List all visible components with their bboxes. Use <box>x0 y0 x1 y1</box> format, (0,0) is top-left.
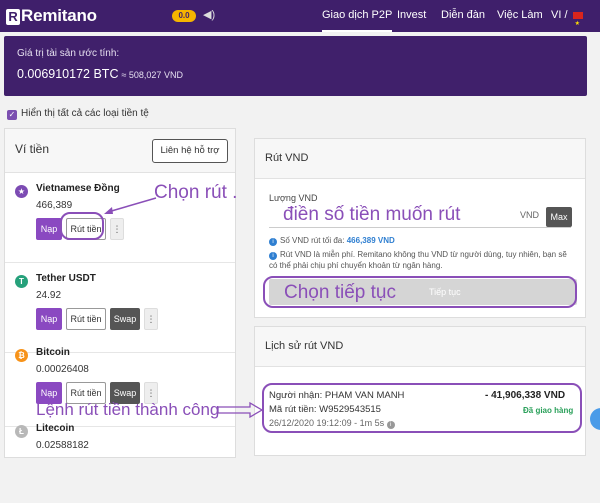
support-button[interactable]: Liên hệ hỗ trợ <box>152 139 228 163</box>
info-icon: i <box>269 252 277 260</box>
history-status: Đã giao hàng <box>523 406 574 415</box>
history-time-text: 26/12/2020 19:12:09 - 1m 5s <box>269 418 385 428</box>
coin-amount: 24.92 <box>36 290 62 301</box>
checkbox-icon[interactable]: ✓ <box>7 110 17 120</box>
balance-vnd: ≈ 508,027 VND <box>121 70 183 80</box>
star-icon: ★ <box>15 185 28 198</box>
annotation-choose-withdraw: Chọn rút . <box>154 182 238 203</box>
history-recipient: Người nhận: PHAM VAN MANH <box>269 390 405 401</box>
history-header: Lịch sử rút VND <box>255 327 585 367</box>
history-title: Lịch sử rút VND <box>265 340 344 352</box>
info-icon: i <box>269 238 277 246</box>
annotation-enter-amount: điền số tiền muốn rút <box>283 204 461 225</box>
coin-name: Bitcoin <box>36 347 70 358</box>
coin-name: Tether USDT <box>36 273 96 284</box>
withdraw-button[interactable]: Rút tiền <box>66 218 106 240</box>
wallet-coin-ltc: Ł Litecoin 0.02588182 <box>5 413 235 503</box>
max-info-prefix: Số VND rút tối đa: <box>280 236 345 245</box>
amount-unit: VND <box>520 210 540 220</box>
balance-amount: 0.006910172 BTC ≈ 508,027 VND <box>17 67 183 81</box>
info-icon: i <box>386 421 395 429</box>
nav-forum[interactable]: Diễn đàn <box>441 0 485 32</box>
language-selector[interactable]: VI / <box>551 0 583 39</box>
coin-amount: 0.02588182 <box>36 440 89 451</box>
logo-mark: R <box>6 9 20 25</box>
show-all-toggle[interactable]: ✓ Hiển thị tất cả các loại tiền tệ <box>7 108 149 120</box>
badge-pill[interactable]: 0.0 <box>172 10 196 22</box>
speaker-icon[interactable]: ◀) <box>203 8 215 21</box>
withdraw-history-panel: Lịch sử rút VND Người nhận: PHAM VAN MAN… <box>254 326 586 456</box>
swap-button[interactable]: Swap <box>110 308 140 330</box>
help-chat-icon[interactable] <box>590 408 600 430</box>
history-code: Mã rút tiền: W9529543515 <box>269 404 381 415</box>
bitcoin-icon: ₿ <box>15 349 28 362</box>
wallet-header: Ví tiền Liên hệ hỗ trợ <box>5 129 235 173</box>
nav-invest[interactable]: Invest <box>397 0 426 32</box>
wallet-title: Ví tiền <box>15 142 50 156</box>
vietnam-flag-icon <box>572 9 583 39</box>
balance-card: Giá trị tài sản ước tính: 0.006910172 BT… <box>4 36 587 96</box>
litecoin-icon: Ł <box>15 425 28 438</box>
deposit-button[interactable]: Nạp <box>36 308 62 330</box>
deposit-button[interactable]: Nạp <box>36 218 62 240</box>
max-info-value: 466,389 VND <box>346 236 395 245</box>
annotation-choose-continue: Chọn tiếp tục <box>284 282 396 303</box>
show-all-label: Hiển thị tất cả các loại tiền tệ <box>21 108 149 119</box>
fee-info: i Rút VND là miễn phí. Remitano không thu… <box>269 249 575 271</box>
nav-jobs[interactable]: Việc Làm <box>497 0 543 32</box>
withdraw-title: Rút VND <box>265 152 309 164</box>
coin-name: Litecoin <box>36 423 75 434</box>
logo-text: Remitano <box>21 6 97 25</box>
coin-name: Vietnamese Đồng <box>36 183 120 194</box>
annotation-success: Lệnh rút tiền thành công <box>36 400 220 419</box>
nav-p2p[interactable]: Giao dịch P2P <box>322 0 393 32</box>
withdraw-button[interactable]: Rút tiền <box>66 308 106 330</box>
withdraw-header: Rút VND <box>255 139 585 179</box>
language-code: VI <box>551 9 562 21</box>
coin-amount: 466,389 <box>36 200 73 211</box>
fee-info-text: Rút VND là miễn phí. Remitano không thu … <box>269 250 567 270</box>
coin-amount: 0.00026408 <box>36 364 89 375</box>
balance-btc: 0.006910172 BTC <box>17 67 119 81</box>
history-amount: - 41,906,338 VND <box>485 390 566 401</box>
more-button[interactable]: ⋮ <box>110 218 124 240</box>
more-button[interactable]: ⋮ <box>144 308 158 330</box>
tether-icon: T <box>15 275 28 288</box>
max-button[interactable]: Max <box>546 207 572 227</box>
balance-label: Giá trị tài sản ước tính: <box>17 48 120 59</box>
max-info: i Số VND rút tối đa: 466,389 VND <box>269 235 395 246</box>
logo[interactable]: R Remitano <box>6 6 97 26</box>
history-time: 26/12/2020 19:12:09 - 1m 5s i <box>269 418 395 429</box>
top-navbar: R Remitano 0.0 ◀) Giao dịch P2P Invest Di… <box>0 0 600 39</box>
amount-label: Lượng VND <box>269 193 318 203</box>
